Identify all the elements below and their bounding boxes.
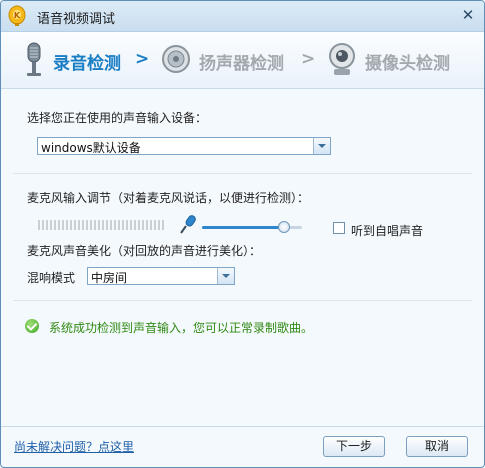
meter-tick [50,220,52,230]
meter-tick [38,220,40,230]
speaker-icon [162,45,190,73]
meter-tick [126,220,128,230]
step-arrow: > [135,49,150,69]
meter-tick [142,220,144,230]
reverb-mode-dropdown[interactable]: 中房间 [87,267,235,285]
step-label: 扬声器检测 [199,54,284,74]
meter-tick [94,220,96,230]
meter-tick [118,220,120,230]
meter-tick [150,220,152,230]
footer-divider [1,426,484,427]
app-logo-icon: K [8,5,26,26]
divider [13,300,472,301]
meter-tick [138,220,140,230]
meter-tick [46,220,48,230]
meter-tick [42,220,44,230]
meter-tick [90,220,92,230]
step-label: 录音检测 [53,54,121,74]
meter-tick [86,220,88,230]
meter-tick [78,220,80,230]
meter-tick [110,220,112,230]
monitor-own-voice-label[interactable]: 听到自唱声音 [351,222,423,239]
chevron-down-icon[interactable] [217,268,234,284]
microphone-icon [27,42,41,76]
input-device-value: windows默认设备 [41,141,141,155]
meter-tick [62,220,64,230]
meter-tick [74,220,76,230]
reverb-mode-label: 混响模式 [27,271,76,285]
meter-tick [154,220,156,230]
window-title: 语音视频调试 [37,12,116,27]
close-button[interactable]: ✕ [460,7,476,23]
mic-level-label: 麦克风输入调节（对着麦克风说话，以便进行检测）： [27,191,310,205]
reverb-mode-value: 中房间 [91,271,128,285]
input-level-meter [38,219,166,231]
meter-tick [122,220,124,230]
meter-tick [134,220,136,230]
meter-tick [146,220,148,230]
webcam-icon [329,43,355,75]
meter-tick [70,220,72,230]
title-bar: K 语音视频调试 ✕ [1,1,484,32]
meter-tick [58,220,60,230]
meter-tick [114,220,116,230]
divider [13,173,472,174]
cancel-button[interactable]: 取消 [406,436,468,457]
meter-tick [106,220,108,230]
step-navigation: 录音检测 > 扬声器检测 > 摄像头检测 [1,32,484,89]
status-message: 系统成功检测到声音输入，您可以正常录制歌曲。 [49,321,314,335]
input-device-dropdown[interactable]: windows默认设备 [37,137,331,155]
meter-tick [82,220,84,230]
step-label: 摄像头检测 [365,54,450,74]
meter-tick [54,220,56,230]
meter-tick [162,220,164,230]
help-link[interactable]: 尚未解决问题？点这里 [14,438,134,455]
meter-tick [130,220,132,230]
meter-tick [98,220,100,230]
svg-text:K: K [14,11,21,20]
meter-tick [66,220,68,230]
slider-fill [202,226,284,229]
monitor-own-voice-checkbox[interactable] [333,222,345,234]
next-button[interactable]: 下一步 [323,436,385,457]
meter-tick [158,220,160,230]
microphone-volume-icon [180,215,196,234]
meter-tick [102,220,104,230]
slider-thumb[interactable] [278,221,290,233]
input-device-label: 选择您正在使用的声音输入设备： [27,111,208,125]
success-check-icon [25,319,39,333]
step-arrow: > [301,49,316,69]
mic-beautify-label: 麦克风声音美化（对回放的声音进行美化）： [27,244,262,258]
chevron-down-icon[interactable] [313,138,330,154]
voice-video-debug-dialog: K 语音视频调试 ✕ 录音检测 > 扬声器检测 > 摄像头检测 选择您正在使用的… [0,0,485,468]
